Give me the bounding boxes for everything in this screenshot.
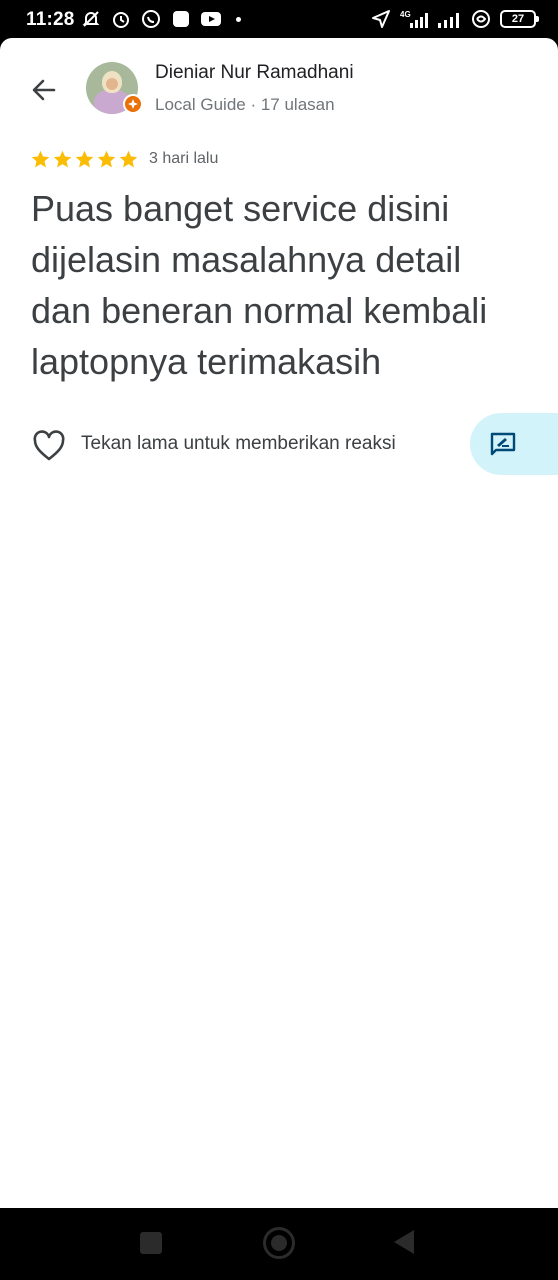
reply-button[interactable] [470, 413, 558, 475]
reviewer-meta: Local Guide · 17 ulasan [155, 95, 335, 114]
like-button[interactable] [30, 428, 68, 464]
home-button[interactable] [263, 1227, 295, 1259]
star-icon [119, 150, 138, 168]
system-nav-bar [0, 1208, 558, 1280]
review-sheet: Dieniar Nur Ramadhani Local Guide · 17 u… [0, 38, 558, 1208]
status-left-icons [80, 8, 241, 30]
reply-review-icon [490, 432, 516, 456]
mute-icon [80, 8, 102, 30]
star-icon [31, 150, 50, 168]
heart-icon [33, 430, 65, 461]
signal-4g-icon: 4G [400, 8, 428, 30]
star-rating [30, 149, 139, 170]
reviewer-name[interactable]: Dieniar Nur Ramadhani [155, 62, 354, 84]
dot-icon [236, 16, 241, 22]
reaction-hint: Tekan lama untuk memberikan reaksi [81, 433, 396, 454]
battery-level: 27 [511, 13, 525, 25]
review-text: Puas banget service disini dijelasin mas… [31, 188, 488, 382]
system-back-button[interactable] [394, 1230, 414, 1254]
status-right-icons: 4G 27 [370, 8, 539, 30]
location-icon [370, 8, 392, 30]
svg-text:4G: 4G [400, 10, 411, 19]
star-icon [75, 150, 94, 168]
status-time: 11:28 [26, 9, 75, 30]
review-date: 3 hari lalu [149, 150, 219, 167]
star-icon [97, 150, 116, 168]
back-button[interactable] [22, 68, 66, 112]
arrow-back-icon [32, 79, 56, 101]
alarm-icon [110, 8, 132, 30]
status-bar: 11:28 4G 27 [0, 0, 558, 38]
whatsapp-icon [140, 8, 162, 30]
recents-button[interactable] [140, 1232, 162, 1254]
signal-icon [436, 8, 462, 30]
youtube-icon [200, 8, 222, 30]
star-icon [53, 150, 72, 168]
app-icon [170, 8, 192, 30]
battery-icon: 27 [500, 10, 539, 28]
hotspot-icon [470, 8, 492, 30]
local-guide-badge-icon [123, 94, 143, 114]
